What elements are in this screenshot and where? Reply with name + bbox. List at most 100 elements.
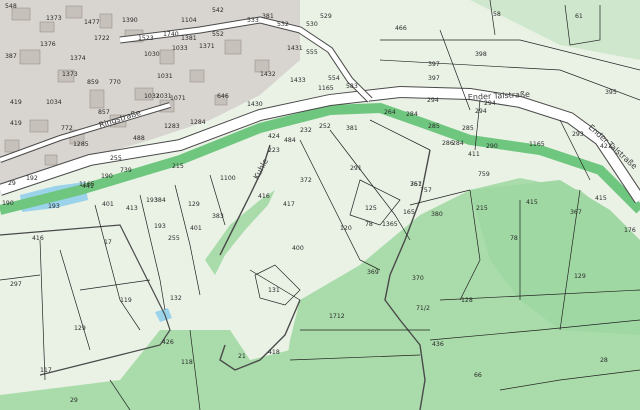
- parcel-number-label: 1373: [46, 15, 62, 22]
- parcel-number-label: 119: [120, 297, 132, 304]
- parcel-number-label: 128: [461, 297, 473, 304]
- parcel-number-label: 1165: [79, 181, 95, 188]
- parcel-number-label: 255: [110, 155, 122, 162]
- parcel-number-label: 120: [340, 225, 352, 232]
- parcel-number-label: 1432: [260, 71, 276, 78]
- parcel-number-label: 294: [427, 97, 439, 104]
- parcel-number-label: 1740: [163, 31, 179, 38]
- parcel-number-label: 466: [395, 25, 407, 32]
- parcel-number-label: 418: [268, 349, 280, 356]
- parcel-number-label: 411: [468, 151, 480, 158]
- parcel-number-label: 252: [319, 123, 331, 130]
- parcel-number-label: 264: [384, 109, 396, 116]
- parcel-number-label: 424: [268, 133, 280, 140]
- parcel-number-label: 66: [474, 372, 482, 379]
- parcel-number-label: 285: [462, 125, 474, 132]
- parcel-number-label: 1165: [318, 85, 334, 92]
- map-canvas[interactable]: Ender Talstraße Ender Talstraße Kuhle Ri…: [0, 0, 640, 410]
- parcel-number-label: 1284: [190, 119, 206, 126]
- parcel-number-label: 29: [8, 180, 16, 187]
- parcel-number-label: 1376: [40, 41, 56, 48]
- parcel-number-label: 436: [432, 341, 444, 348]
- parcel-number-label: 857: [98, 109, 110, 116]
- parcel-number-label: 28: [600, 357, 608, 364]
- parcel-number-label: 297: [10, 281, 22, 288]
- parcel-number-label: 294: [475, 108, 487, 115]
- parcel-number-label: 21: [238, 353, 246, 360]
- parcel-number-label: 416: [258, 193, 270, 200]
- parcel-number-label: 369: [367, 269, 379, 276]
- parcel-number-label: 232: [300, 127, 312, 134]
- parcel-number-label: 1722: [94, 35, 110, 42]
- parcel-number-label: 1431: [287, 45, 303, 52]
- parcel-number-label: 71/2: [416, 305, 430, 312]
- parcel-number-label: 1104: [181, 17, 197, 24]
- cadastral-map[interactable]: Ender Talstraße Ender Talstraße Kuhle Ri…: [0, 0, 640, 410]
- parcel-number-label: 381: [346, 125, 358, 132]
- parcel-number-label: 132: [170, 295, 182, 302]
- parcel-number-label: 190: [101, 173, 113, 180]
- parcel-number-label: 419: [10, 120, 22, 127]
- parcel-number-label: 1031: [157, 73, 173, 80]
- parcel-number-label: 1034: [46, 99, 62, 106]
- parcel-number-label: 1283: [164, 123, 180, 130]
- parcel-number-label: 193: [154, 223, 166, 230]
- parcel-number-label: 646: [217, 93, 229, 100]
- parcel-number-label: 1374: [70, 55, 86, 62]
- parcel-number-label: 530: [306, 21, 318, 28]
- parcel-number-label: 223: [268, 147, 280, 154]
- parcel-number-label: 419: [10, 99, 22, 106]
- parcel-number-label: 193: [48, 203, 60, 210]
- parcel-number-label: 398: [475, 51, 487, 58]
- parcel-number-label: 58: [493, 11, 501, 18]
- parcel-number-label: 1032: [144, 93, 160, 100]
- parcel-number-label: 383: [212, 213, 224, 220]
- parcel-number-label: 770: [109, 79, 121, 86]
- parcel-number-label: 284: [406, 111, 418, 118]
- parcel-number-label: 17: [104, 239, 112, 246]
- parcel-number-label: 395: [605, 89, 617, 96]
- parcel-number-label: 583: [346, 83, 358, 90]
- parcel-number-label: 415: [595, 195, 607, 202]
- parcel-number-label: 165: [403, 209, 415, 216]
- parcel-number-label: 367: [570, 209, 582, 216]
- parcel-number-label: 294: [484, 100, 496, 107]
- parcel-number-label: 400: [292, 245, 304, 252]
- parcel-number-label: 1365: [382, 221, 398, 228]
- parcel-number-label: 413: [126, 205, 138, 212]
- parcel-number-label: 1071: [170, 95, 186, 102]
- parcel-number-label: 285: [428, 123, 440, 130]
- parcel-number-label: 1371: [199, 43, 215, 50]
- parcel-number-label: 759: [478, 171, 490, 178]
- parcel-number-label: 1285: [73, 141, 89, 148]
- parcel-number-label: 380: [431, 211, 443, 218]
- parcel-number-label: 548: [5, 3, 17, 10]
- parcel-number-label: 384: [154, 197, 166, 204]
- parcel-number-label: 118: [181, 359, 193, 366]
- parcel-number-label: 387: [5, 53, 17, 60]
- parcel-number-label: 381: [262, 13, 274, 20]
- parcel-number-label: 554: [328, 75, 340, 82]
- parcel-number-label: 129: [74, 325, 86, 332]
- parcel-number-label: 1030: [144, 51, 160, 58]
- parcel-number-label: 401: [102, 201, 114, 208]
- parcel-number-label: 1430: [247, 101, 263, 108]
- parcel-number-label: 215: [172, 163, 184, 170]
- parcel-number-label: 1165: [529, 141, 545, 148]
- parcel-number-label: 533: [247, 17, 259, 24]
- parcel-number-label: 1712: [329, 313, 345, 320]
- parcel-number-label: 532: [277, 21, 289, 28]
- parcel-number-label: 125: [365, 205, 377, 212]
- parcel-number-label: 397: [428, 61, 440, 68]
- parcel-number-label: 372: [300, 177, 312, 184]
- parcel-number-label: 61: [575, 13, 583, 20]
- parcel-number-label: 739: [120, 167, 132, 174]
- parcel-number-label: 484: [284, 137, 296, 144]
- parcel-number-label: 29: [70, 397, 78, 404]
- parcel-number-label: 293: [572, 131, 584, 138]
- parcel-number-label: 1523: [138, 35, 154, 42]
- parcel-number-label: 542: [212, 7, 224, 14]
- parcel-number-label: 772: [61, 125, 73, 132]
- parcel-number-label: 417: [283, 201, 295, 208]
- parcel-number-label: 78: [365, 221, 373, 228]
